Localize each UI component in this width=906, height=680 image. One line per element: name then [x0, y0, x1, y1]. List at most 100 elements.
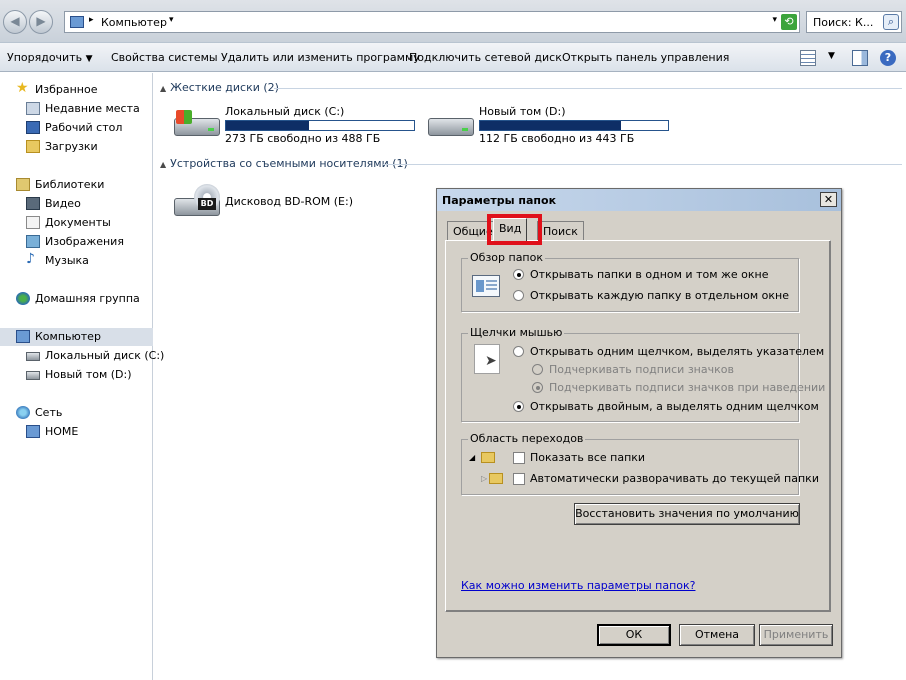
- chevron-down-icon[interactable]: ▾: [169, 15, 174, 25]
- nav-homegroup-label: Домашняя группа: [35, 292, 140, 305]
- search-icon[interactable]: ⌕: [883, 14, 899, 30]
- drive-d-usage-bar: [479, 120, 669, 131]
- browse-same-window-label[interactable]: Открывать папки в одном и том же окне: [530, 268, 769, 281]
- hard-disks-group-header[interactable]: ▲ Жесткие диски (2): [160, 81, 279, 94]
- preview-pane-icon[interactable]: [852, 50, 868, 66]
- browse-folders-group: Обзор папок Открывать папки в одном и то…: [461, 251, 799, 312]
- new-volume-d-icon[interactable]: [428, 108, 476, 138]
- browse-folders-title: Обзор папок: [468, 251, 545, 264]
- tab-search-label: Поиск: [543, 225, 578, 238]
- auto-expand-label[interactable]: Автоматически разворачивать до текущей п…: [530, 472, 819, 485]
- chevron-right-icon: ▷: [481, 474, 488, 483]
- libraries-icon: [16, 178, 30, 191]
- collapse-triangle-icon: ▲: [160, 84, 167, 93]
- refresh-icon[interactable]: ⟲: [781, 14, 797, 30]
- radio-browse-new-window[interactable]: [513, 290, 524, 301]
- nav-libraries-label: Библиотеки: [35, 178, 105, 191]
- drive-icon: [26, 352, 40, 361]
- folder-options-dialog: Параметры папок ✕ Общие Вид Поиск Обзор …: [436, 188, 842, 658]
- network-icon: [16, 406, 30, 419]
- show-all-folders-label[interactable]: Показать все папки: [530, 451, 645, 464]
- drive-d-free-space: 112 ГБ свободно из 443 ГБ: [479, 132, 635, 145]
- system-properties-button[interactable]: Свойства системы: [111, 51, 218, 64]
- music-library-icon: ♪: [26, 251, 35, 267]
- radio-double-click[interactable]: [513, 401, 524, 412]
- removable-group-header[interactable]: ▲ Устройства со съемными носителями (1): [160, 157, 408, 170]
- cancel-button[interactable]: Отмена: [679, 624, 755, 646]
- restore-defaults-button[interactable]: Восстановить значения по умолчанию: [574, 503, 800, 525]
- dialog-title-bar[interactable]: Параметры папок ✕: [437, 189, 841, 211]
- nav-recent-label: Недавние места: [45, 102, 140, 115]
- uninstall-program-button[interactable]: Удалить или изменить программу: [221, 51, 420, 64]
- help-icon[interactable]: ?: [880, 50, 896, 66]
- radio-browse-same-window[interactable]: [513, 269, 524, 280]
- command-toolbar: Упорядочить ▼ Свойства системы Удалить и…: [0, 42, 906, 72]
- organize-button[interactable]: Упорядочить ▼: [7, 51, 93, 64]
- forward-arrow-icon[interactable]: ▶: [29, 10, 53, 34]
- double-click-label[interactable]: Открывать двойным, а выделять одним щелч…: [530, 400, 819, 413]
- click-items-group: Щелчки мышью ➤ Открывать одним щелчком, …: [461, 326, 825, 422]
- nav-local-disk-label: Локальный диск (C:): [45, 349, 165, 362]
- nav-favorites-label: Избранное: [35, 83, 98, 96]
- open-control-panel-button[interactable]: Открыть панель управления: [562, 51, 729, 64]
- bd-rom-drive-icon[interactable]: BD: [174, 184, 222, 218]
- drive-c-name[interactable]: Локальный диск (C:): [225, 105, 344, 118]
- drive-icon: [26, 371, 40, 380]
- local-disk-c-icon[interactable]: [174, 108, 222, 138]
- bd-rom-drive-name[interactable]: Дисковод BD-ROM (E:): [225, 195, 353, 208]
- single-click-label[interactable]: Открывать одним щелчком, выделять указат…: [530, 345, 824, 358]
- nav-new-volume-label: Новый том (D:): [45, 368, 132, 381]
- chevron-right-icon[interactable]: ▸: [89, 15, 94, 25]
- checkbox-auto-expand[interactable]: [513, 473, 525, 485]
- tab-search[interactable]: Поиск: [537, 221, 584, 241]
- help-link[interactable]: Как можно изменить параметры папок?: [461, 579, 695, 592]
- radio-underline-hover[interactable]: [532, 382, 543, 393]
- removable-header-label: Устройства со съемными носителями (1): [170, 157, 408, 170]
- tab-view-highlight-box: [487, 214, 542, 245]
- chevron-down-icon[interactable]: ▼: [828, 51, 835, 61]
- map-network-drive-button[interactable]: Подключить сетевой диск: [409, 51, 562, 64]
- desktop-icon: [26, 121, 40, 134]
- group-divider: [274, 88, 902, 89]
- change-view-icon[interactable]: [800, 50, 816, 66]
- apply-button[interactable]: Применить: [759, 624, 833, 646]
- radio-underline-always[interactable]: [532, 364, 543, 375]
- nav-desktop-label: Рабочий стол: [45, 121, 123, 134]
- collapse-triangle-icon: ▲: [160, 160, 167, 169]
- radio-single-click[interactable]: [513, 346, 524, 357]
- nav-music-label: Музыка: [45, 254, 89, 267]
- computer-icon: [16, 330, 30, 343]
- documents-library-icon: [26, 216, 40, 229]
- browse-new-window-label[interactable]: Открывать каждую папку в отдельном окне: [530, 289, 789, 302]
- underline-always-label[interactable]: Подчеркивать подписи значков: [549, 363, 734, 376]
- nav-downloads-label: Загрузки: [45, 140, 98, 153]
- address-field[interactable]: ▸ Компьютер ▾ ▾ ⟲: [64, 11, 800, 33]
- homegroup-icon: [16, 292, 30, 305]
- ok-button[interactable]: ОК: [597, 624, 671, 646]
- nav-images-label: Изображения: [45, 235, 124, 248]
- chevron-down-icon: ▼: [85, 54, 93, 64]
- folder-icon: [489, 473, 503, 484]
- group-divider: [383, 164, 902, 165]
- search-input[interactable]: Поиск: К... ⌕: [806, 11, 902, 33]
- nav-computer-label: Компьютер: [35, 330, 101, 343]
- computer-icon: [70, 16, 84, 28]
- drive-c-free-space: 273 ГБ свободно из 488 ГБ: [225, 132, 381, 145]
- back-arrow-icon[interactable]: ◀: [3, 10, 27, 34]
- nav-documents-label: Документы: [45, 216, 111, 229]
- video-library-icon: [26, 197, 40, 210]
- windows-logo-icon: [176, 110, 192, 124]
- breadcrumb[interactable]: Компьютер: [101, 16, 167, 29]
- address-dropdown-icon[interactable]: ▾: [772, 15, 777, 25]
- computer-icon: [26, 425, 40, 438]
- navigation-pane: ★ Избранное Недавние места Рабочий стол …: [0, 73, 164, 680]
- drive-d-name[interactable]: Новый том (D:): [479, 105, 566, 118]
- drive-c-usage-fill: [226, 121, 309, 130]
- checkbox-show-all-folders[interactable]: [513, 452, 525, 464]
- nav-network-label: Сеть: [35, 406, 63, 419]
- nav-video-label: Видео: [45, 197, 81, 210]
- underline-hover-label[interactable]: Подчеркивать подписи значков при наведен…: [549, 381, 825, 394]
- close-icon[interactable]: ✕: [820, 192, 837, 207]
- address-bar-area: ◀ ▶ ▸ Компьютер ▾ ▾ ⟲ Поиск: К... ⌕: [0, 0, 906, 42]
- star-icon: ★: [16, 80, 29, 96]
